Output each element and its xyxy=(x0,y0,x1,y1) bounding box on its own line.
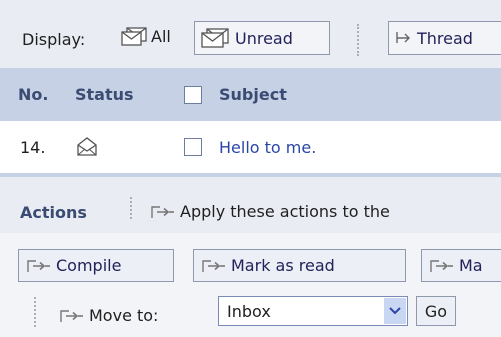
mark-as-read-button[interactable]: Mark as read xyxy=(193,249,406,282)
table-row[interactable]: 14. Hello to me. xyxy=(0,121,501,173)
message-number: 14. xyxy=(20,138,46,157)
toolbar-separator xyxy=(357,24,359,56)
mark-action-label: Ma xyxy=(459,256,483,275)
column-header-status: Status xyxy=(75,85,134,104)
mail-list-panel: Display: All Unread Thread No. Status Su… xyxy=(0,0,501,337)
thread-view-button[interactable]: Thread xyxy=(388,21,501,55)
folder-select-value: Inbox xyxy=(227,301,271,321)
filter-all-option[interactable]: All xyxy=(120,25,171,47)
message-table-header: No. Status Subject xyxy=(0,68,501,121)
filter-all-label: All xyxy=(151,26,171,46)
move-separator xyxy=(34,297,36,327)
mark-as-read-label: Mark as read xyxy=(231,256,335,275)
all-mail-icon xyxy=(121,27,147,46)
column-header-subject[interactable]: Subject xyxy=(219,85,287,104)
move-to-label-group: Move to: xyxy=(58,306,158,325)
read-envelope-icon xyxy=(77,137,97,156)
compile-button-label: Compile xyxy=(56,256,122,275)
action-buttons-area: Compile Mark as read Ma Move to: Inbox G… xyxy=(0,233,501,337)
compile-button[interactable]: Compile xyxy=(18,249,174,282)
actions-label: Actions xyxy=(20,203,87,222)
unread-mail-icon xyxy=(201,28,229,48)
apply-actions-description: Apply these actions to the xyxy=(180,202,390,221)
apply-arrow-icon xyxy=(151,205,174,218)
apply-actions-text: Apply these actions to the xyxy=(149,202,390,221)
unread-filter-label: Unread xyxy=(235,28,293,48)
message-subject-link[interactable]: Hello to me. xyxy=(219,138,316,157)
actions-bar: Actions Apply these actions to the xyxy=(0,177,501,233)
mark-read-action-icon xyxy=(202,259,225,272)
mark-action-icon xyxy=(430,259,453,272)
thread-icon xyxy=(396,32,410,43)
message-select-checkbox[interactable] xyxy=(184,138,202,156)
move-to-label: Move to: xyxy=(89,306,159,325)
display-filter-bar: Display: All Unread Thread xyxy=(0,0,501,68)
dropdown-arrow-icon[interactable] xyxy=(384,298,406,324)
unread-filter-button[interactable]: Unread xyxy=(194,21,330,55)
go-button-label: Go xyxy=(424,301,448,321)
display-label: Display: xyxy=(22,30,86,49)
select-all-checkbox[interactable] xyxy=(184,86,202,104)
column-header-no: No. xyxy=(18,85,49,104)
compile-action-icon xyxy=(27,259,50,272)
actions-separator xyxy=(130,197,132,219)
mark-action-button[interactable]: Ma xyxy=(421,249,501,282)
thread-view-label: Thread xyxy=(417,28,473,48)
move-action-icon xyxy=(60,309,83,322)
folder-select[interactable]: Inbox xyxy=(218,296,408,326)
go-button[interactable]: Go xyxy=(416,296,456,326)
